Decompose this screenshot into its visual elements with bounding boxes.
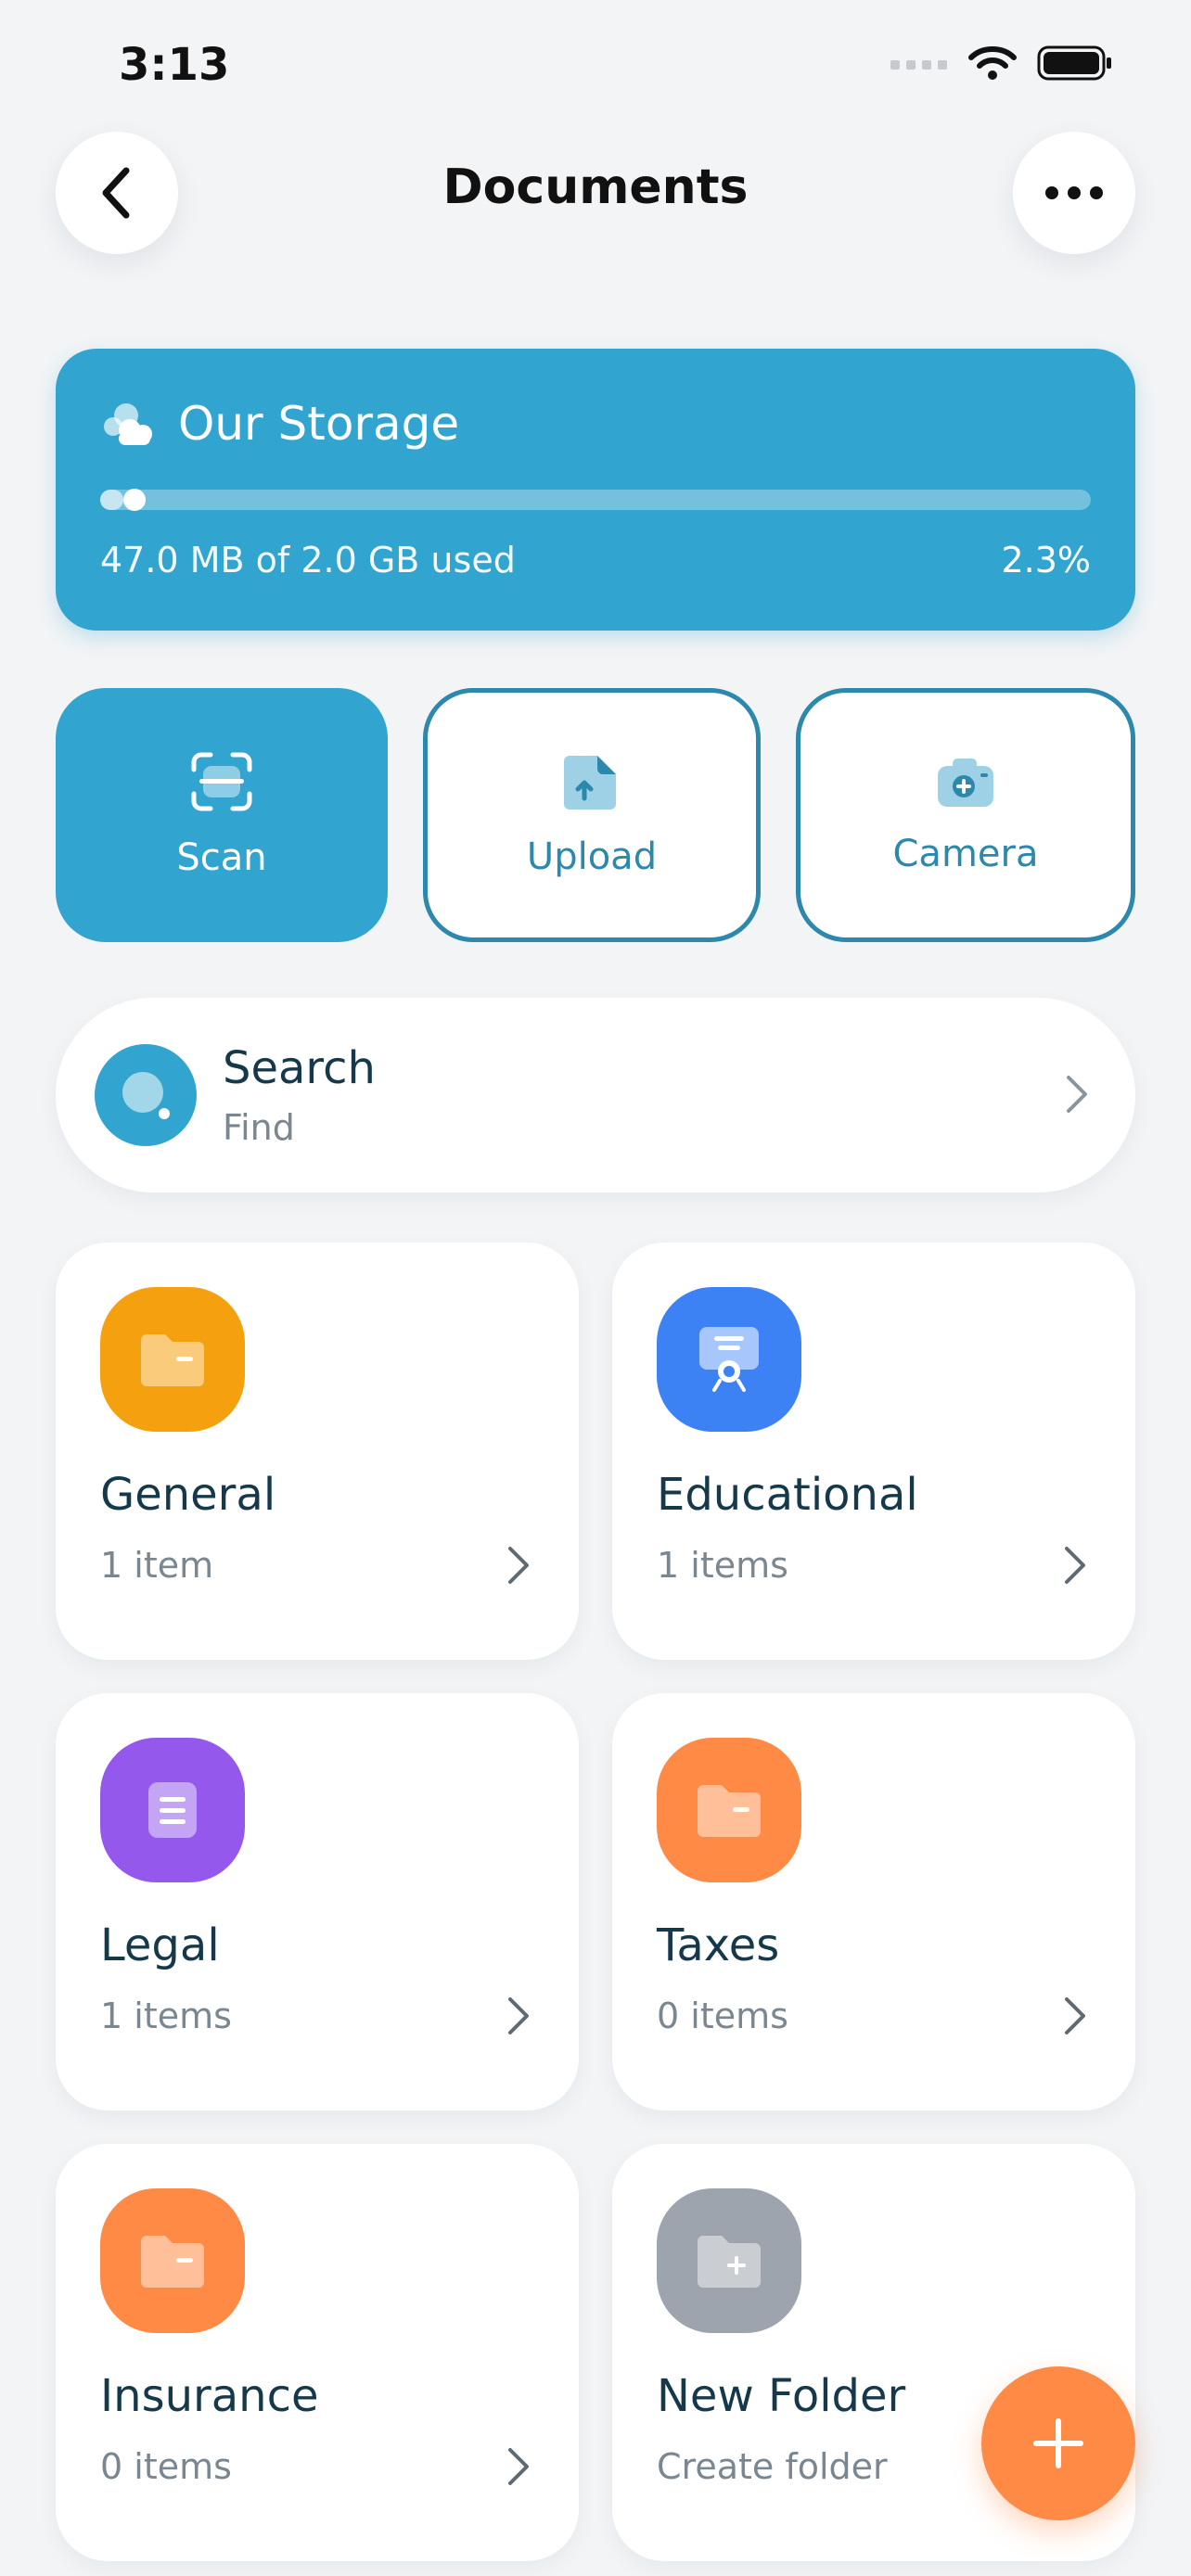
storage-progress xyxy=(100,489,1091,511)
folder-name: Legal xyxy=(100,1919,220,1971)
battery-icon xyxy=(1037,45,1111,81)
storage-progress-fill xyxy=(100,490,123,510)
folder-count: 1 items xyxy=(100,1996,232,2036)
camera-label: Camera xyxy=(892,833,1039,875)
folder-icon xyxy=(141,2236,204,2288)
folder-card-taxes[interactable]: Taxes 0 items xyxy=(612,1693,1135,2111)
folder-count: 1 item xyxy=(100,1545,214,1586)
folder-tile xyxy=(657,2188,801,2333)
wifi-icon xyxy=(968,46,1017,80)
chevron-right-icon xyxy=(508,1997,529,2034)
folder-name: Insurance xyxy=(100,2370,319,2422)
scan-icon xyxy=(191,752,252,811)
storage-used-text: 47.0 MB of 2.0 GB used xyxy=(100,540,516,580)
scan-label: Scan xyxy=(176,836,267,879)
chevron-right-icon xyxy=(1065,1997,1085,2034)
folder-count: Create folder xyxy=(657,2446,888,2487)
storage-progress-knob xyxy=(122,489,146,511)
folder-card-general[interactable]: General 1 item xyxy=(56,1243,579,1660)
ellipsis-icon xyxy=(1045,186,1103,199)
cloud-icon xyxy=(104,403,152,445)
status-time: 3:13 xyxy=(119,39,230,91)
upload-label: Upload xyxy=(526,835,658,878)
more-button[interactable] xyxy=(1013,132,1135,254)
camera-add-icon xyxy=(938,759,993,807)
folder-card-legal[interactable]: Legal 1 items xyxy=(56,1693,579,2111)
scan-button[interactable]: Scan xyxy=(56,688,388,942)
chevron-right-icon xyxy=(508,2448,529,2485)
chevron-right-icon xyxy=(1067,1076,1087,1113)
folder-card-educational[interactable]: Educational 1 items xyxy=(612,1243,1135,1660)
upload-file-icon xyxy=(564,756,616,810)
search-subtitle: Find xyxy=(223,1107,295,1148)
folder-count: 0 items xyxy=(100,2446,232,2487)
folder-tile xyxy=(100,1738,245,1882)
search-title: Search xyxy=(223,1042,376,1094)
folder-icon xyxy=(698,1785,761,1837)
folder-tile xyxy=(657,1287,801,1432)
storage-title: Our Storage xyxy=(178,397,460,451)
folder-count: 1 items xyxy=(657,1545,788,1586)
chevron-right-icon xyxy=(508,1547,529,1584)
folder-tile xyxy=(657,1738,801,1882)
plus-icon xyxy=(1033,2418,1083,2468)
storage-card[interactable]: Our Storage 47.0 MB of 2.0 GB used 2.3% xyxy=(56,349,1135,631)
folder-name: Taxes xyxy=(657,1919,780,1971)
folder-name: General xyxy=(100,1469,276,1521)
documents-screen: 3:13 Documents Our Storage 47.0 MB of 2.… xyxy=(0,0,1191,2576)
search-row[interactable]: Search Find xyxy=(56,998,1135,1192)
folder-card-insurance[interactable]: Insurance 0 items xyxy=(56,2144,579,2561)
add-button[interactable] xyxy=(981,2366,1135,2520)
certificate-icon xyxy=(699,1327,759,1392)
chevron-right-icon xyxy=(1065,1547,1085,1584)
storage-percent: 2.3% xyxy=(1001,540,1091,580)
folder-count: 0 items xyxy=(657,1996,788,2036)
upload-button[interactable]: Upload xyxy=(423,688,761,942)
search-icon xyxy=(95,1044,197,1146)
signal-icon xyxy=(890,60,947,70)
folder-tile xyxy=(100,2188,245,2333)
folder-icon xyxy=(141,1334,204,1386)
status-icons xyxy=(890,45,1113,82)
camera-button[interactable]: Camera xyxy=(796,688,1135,942)
document-icon xyxy=(148,1782,197,1838)
folder-plus-icon xyxy=(698,2236,761,2288)
folder-name: Educational xyxy=(657,1469,918,1521)
folder-tile xyxy=(100,1287,245,1432)
folder-name: New Folder xyxy=(657,2370,906,2422)
